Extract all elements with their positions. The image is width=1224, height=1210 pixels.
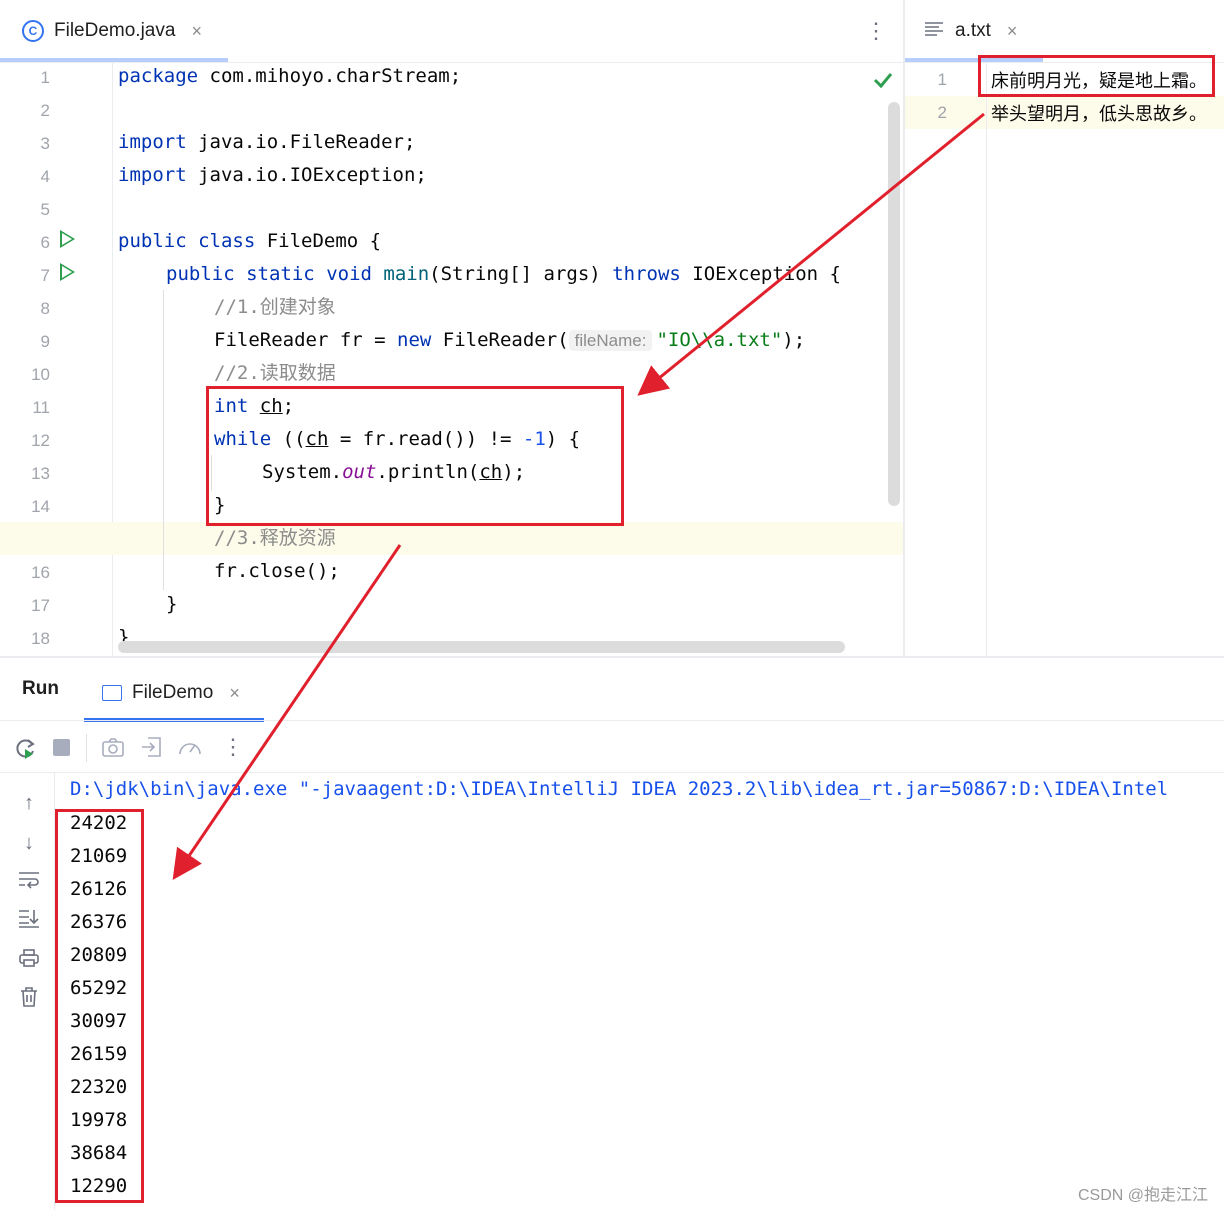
scroll-down-icon[interactable]: ↓ <box>16 830 42 856</box>
run-panel-title: Run <box>22 678 59 699</box>
highlight-box-output <box>55 809 144 1203</box>
more-options-icon[interactable]: ⋮ <box>222 734 244 760</box>
tab-menu-icon[interactable]: ⋮ <box>865 18 887 44</box>
line-number: 3 <box>40 134 50 153</box>
line-number: 4 <box>40 167 50 186</box>
line-number: 16 <box>31 563 50 582</box>
indent-guide <box>163 290 164 590</box>
gutter-separator <box>112 62 113 656</box>
line-number: 9 <box>40 332 50 351</box>
tab-label: a.txt <box>955 20 991 41</box>
code-line-4: import java.io.IOException; <box>118 164 427 186</box>
gutter-separator <box>986 62 987 656</box>
txt-line-number: 2 <box>937 103 947 122</box>
code-line-9: FileReader fr = new FileReader(fileName:… <box>214 329 806 351</box>
parameter-hint: fileName: <box>568 330 653 351</box>
line-number: 13 <box>31 464 50 483</box>
run-main-icon-inner <box>62 266 72 278</box>
line-number: 7 <box>40 266 50 285</box>
line-number: 10 <box>31 365 50 384</box>
code-line-17: } <box>166 593 178 615</box>
run-tab-label: FileDemo <box>132 682 214 703</box>
watermark: CSDN @抱走江江 <box>1077 1187 1208 1204</box>
txt-line-2: 举头望明月，低头思故乡。 <box>991 104 1207 125</box>
highlight-box-txt <box>978 55 1215 97</box>
toolbar-divider <box>86 734 87 762</box>
line-number: 12 <box>31 431 50 450</box>
tab-label: FileDemo.java <box>54 20 176 41</box>
editor-tab-bar: C FileDemo.java × ⋮ <box>0 0 903 63</box>
text-file-icon <box>925 20 943 42</box>
highlight-box-read-loop <box>206 386 624 526</box>
code-line-3: import java.io.FileReader; <box>118 131 416 153</box>
run-tab-close-icon[interactable]: × <box>229 683 240 704</box>
scroll-up-icon[interactable]: ↑ <box>16 790 42 816</box>
line-number: 18 <box>31 629 50 648</box>
txt-line-number: 1 <box>937 70 947 89</box>
clear-all-icon[interactable] <box>16 986 42 1012</box>
horizontal-scrollbar[interactable] <box>118 641 845 653</box>
rerun-icon[interactable] <box>12 736 38 762</box>
run-class-icon-inner <box>62 233 72 245</box>
line-number: 5 <box>40 200 50 219</box>
run-tab-filedemo[interactable]: FileDemo × <box>84 666 264 722</box>
line-number: 2 <box>40 101 50 120</box>
toolbar-separator <box>0 720 1224 721</box>
line-number: 17 <box>31 596 50 615</box>
txt-editor[interactable]: a.txt × 1 2 床前明月光，疑是地上霜。 举头望明月，低头思故乡。 <box>905 0 1224 656</box>
line-number: 1 <box>40 68 50 87</box>
line-number: 14 <box>31 497 50 516</box>
code-line-7: public static void main(String[] args) t… <box>166 263 841 285</box>
java-editor[interactable]: C FileDemo.java × ⋮ 1 2 3 4 5 6 7 8 9 10 11 12 13 14 1… <box>0 0 903 656</box>
profiler-icon[interactable] <box>177 736 203 758</box>
tab-close-icon[interactable]: × <box>191 21 202 42</box>
code-line-6: public class FileDemo { <box>118 230 382 252</box>
java-class-icon: C <box>22 20 44 42</box>
import-icon[interactable] <box>140 736 164 758</box>
console-icon <box>102 685 122 701</box>
camera-icon[interactable] <box>101 736 125 758</box>
code-line-15: //3.释放资源 <box>214 527 336 549</box>
vertical-scrollbar[interactable] <box>888 102 900 506</box>
line-number: 8 <box>40 299 50 318</box>
code-line-16: fr.close(); <box>214 560 340 582</box>
line-number: 11 <box>32 398 50 417</box>
current-line-highlight <box>0 522 903 555</box>
stop-icon[interactable] <box>53 739 70 756</box>
scroll-to-end-icon[interactable] <box>16 908 42 934</box>
code-line-8: //1.创建对象 <box>214 296 336 318</box>
txt-tab-bar: a.txt × <box>905 0 1224 63</box>
inspection-ok-icon[interactable] <box>873 70 893 90</box>
line-number: 6 <box>40 233 50 252</box>
console-separator <box>0 772 1224 773</box>
tab-a-txt[interactable]: a.txt × <box>905 0 1043 62</box>
run-tool-window[interactable]: Run FileDemo × ⋮ ↑ ↓ D:\jdk\bin\java.exe… <box>0 656 1224 1210</box>
soft-wrap-icon[interactable] <box>16 870 42 896</box>
tab-close-icon[interactable]: × <box>1007 21 1018 42</box>
code-line-1: package com.mihoyo.charStream; <box>118 65 462 87</box>
tab-filedemo-java[interactable]: C FileDemo.java × <box>0 0 228 62</box>
console-command-line: D:\jdk\bin\java.exe "-javaagent:D:\IDEA\… <box>70 778 1169 800</box>
print-icon[interactable] <box>16 948 42 974</box>
